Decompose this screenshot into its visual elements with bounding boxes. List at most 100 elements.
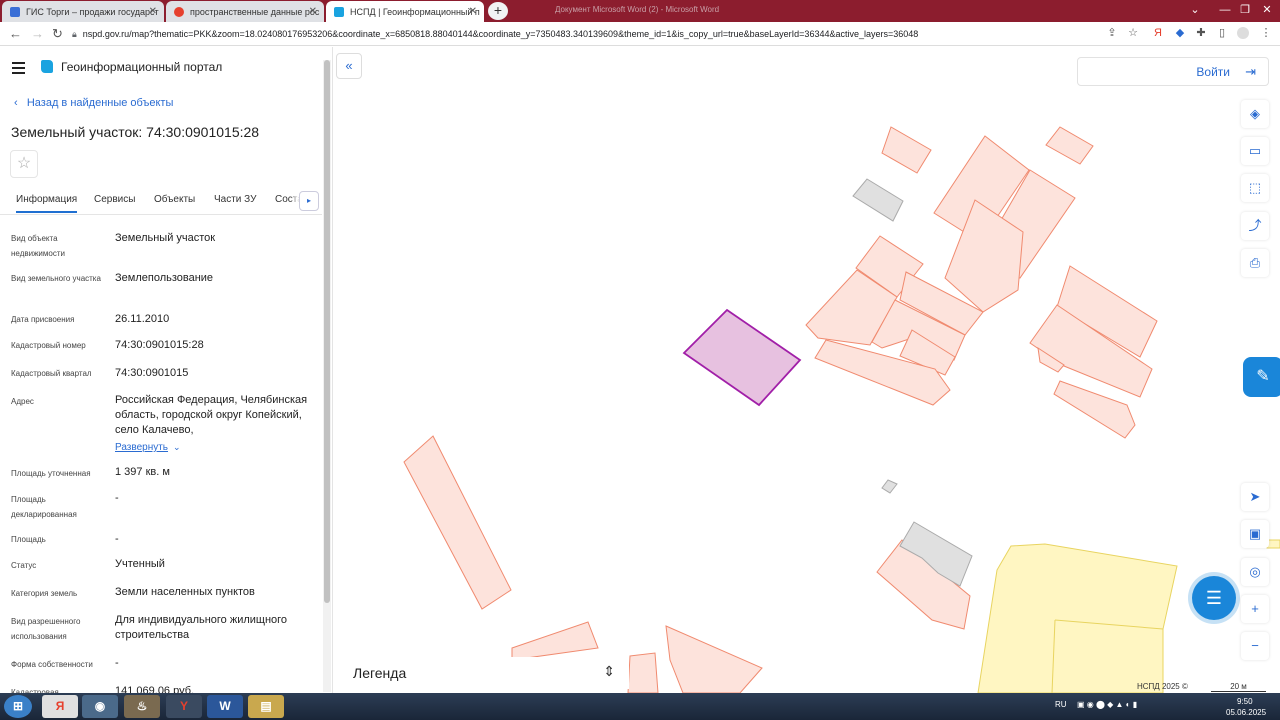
close-tab-icon[interactable]: ✕ xyxy=(149,6,157,17)
share-icon[interactable]: ⇪ xyxy=(1106,27,1118,39)
browser-tab-bar: ГИС Торги – продажи государст ✕ простран… xyxy=(0,0,1280,22)
java-icon[interactable]: ♨ xyxy=(124,695,160,718)
hamburger-menu-icon[interactable] xyxy=(12,62,25,77)
word-icon[interactable]: W xyxy=(207,695,243,718)
chrome-icon[interactable]: ◉ xyxy=(82,695,118,718)
printer-icon: ⎙ xyxy=(1249,255,1261,270)
tab-label: НСПД | Геоинформационный п xyxy=(350,6,480,17)
yandex-extension-icon[interactable]: Я xyxy=(1152,27,1164,39)
lock-icon: 🔒︎ xyxy=(72,29,77,39)
selected-parcel[interactable] xyxy=(682,308,802,407)
back-to-results-link[interactable]: ‹ Назад в найденные объекты xyxy=(14,97,173,109)
zoom-out-button[interactable]: − xyxy=(1241,632,1269,660)
building[interactable] xyxy=(881,479,898,494)
url-field[interactable]: 🔒︎ nspd.gov.ru/map?thematic=PKK&zoom=18.0… xyxy=(72,25,918,43)
kebab-menu-icon[interactable]: ⋮ xyxy=(1260,27,1272,39)
zoom-in-button[interactable]: + xyxy=(1241,595,1269,623)
layers-button[interactable]: ◈ xyxy=(1241,100,1269,128)
field-label: Кадастровый квартал xyxy=(11,369,92,378)
tab-parts[interactable]: Части ЗУ xyxy=(214,194,256,205)
field-label: Площадь xyxy=(11,535,46,544)
land-parcel[interactable] xyxy=(881,126,932,174)
extension-icon[interactable]: ◆ xyxy=(1174,27,1186,39)
land-parcel[interactable] xyxy=(665,625,763,693)
gis-torgi-favicon-icon xyxy=(10,6,20,17)
settlement-zone[interactable] xyxy=(977,543,1178,693)
minimap-icon: ▣ xyxy=(1248,526,1262,541)
new-tab-button[interactable]: + xyxy=(488,2,508,20)
tab-objects[interactable]: Объекты xyxy=(154,194,195,205)
tab-label: ГИС Торги – продажи государст xyxy=(26,6,159,17)
land-parcel[interactable] xyxy=(1045,126,1094,165)
side-assistant-button[interactable]: ✎ xyxy=(1243,357,1280,397)
map-canvas[interactable] xyxy=(333,47,1280,693)
yandex-browser-icon[interactable]: Я xyxy=(42,695,78,718)
page-title: Земельный участок: 74:30:0901015:28 xyxy=(11,124,260,140)
folder-icon[interactable]: ▤ xyxy=(248,695,284,718)
measure-button[interactable]: ▭ xyxy=(1241,137,1269,165)
cadastral-map[interactable] xyxy=(333,47,1280,693)
field-value: 141 069,06 руб. xyxy=(115,685,195,693)
chevron-down-icon[interactable]: ⌄ xyxy=(1180,0,1210,20)
field-label: Кадастровый номер xyxy=(11,341,86,350)
bookmark-star-icon[interactable]: ☆ xyxy=(1127,27,1139,39)
land-parcel[interactable] xyxy=(403,435,512,610)
login-button[interactable]: Войти ⇥ xyxy=(1077,57,1269,86)
close-window-icon[interactable]: ✕ xyxy=(1252,0,1280,20)
collapse-panel-button[interactable]: « xyxy=(336,53,362,79)
clock-time[interactable]: 9:50 xyxy=(1237,697,1253,706)
share-map-button[interactable]: ⤴ xyxy=(1241,212,1269,240)
puzzle-icon[interactable]: ✚ xyxy=(1195,27,1207,39)
back-arrow-icon[interactable]: ← xyxy=(9,26,22,41)
building[interactable] xyxy=(852,178,904,222)
chat-button[interactable]: ☰ xyxy=(1192,576,1236,620)
tab-spatial-data[interactable]: пространственные данные рос ✕ xyxy=(166,1,324,22)
share-icon: ⤴ xyxy=(1248,218,1262,233)
expand-address-link[interactable]: Развернуть ⌄ xyxy=(115,440,310,455)
close-tab-icon[interactable]: ✕ xyxy=(309,6,317,17)
tray-icons[interactable]: ▣ ◉ ⬤ ◆ ▲ ◐ ▮ xyxy=(1077,700,1137,709)
yandex-icon[interactable]: Y xyxy=(166,695,202,718)
land-parcel[interactable] xyxy=(627,652,659,693)
clock-date[interactable]: 05.06.2025 xyxy=(1226,708,1266,717)
field-label: Площадь уточненная xyxy=(11,469,91,478)
field-label: Форма собственности xyxy=(11,660,93,669)
tab-nspd[interactable]: НСПД | Геоинформационный п ✕ xyxy=(326,1,484,22)
field-value: - xyxy=(115,492,119,504)
locate-button[interactable]: ➤ xyxy=(1241,483,1269,511)
tab-services[interactable]: Сервисы xyxy=(94,194,135,205)
geolocation-button[interactable]: ◎ xyxy=(1241,558,1269,586)
profile-avatar-icon[interactable] xyxy=(1237,27,1249,39)
close-tab-icon[interactable]: ✕ xyxy=(469,6,477,17)
print-button[interactable]: ⎙ xyxy=(1241,249,1269,277)
tab-gis-torgi[interactable]: ГИС Торги – продажи государст ✕ xyxy=(2,1,164,22)
forward-arrow-icon[interactable]: → xyxy=(31,26,44,41)
field-value: - xyxy=(115,657,119,669)
address-value: Российская Федерация, Челябинская област… xyxy=(115,394,308,436)
legend-toggle[interactable]: Легенда ⇕ xyxy=(341,657,629,689)
ruler-icon: ▭ xyxy=(1248,143,1262,158)
field-value: Земельный участок xyxy=(115,232,216,244)
sidebar-icon[interactable]: ▯ xyxy=(1216,27,1228,39)
panel-scrollbar-thumb[interactable] xyxy=(324,60,330,603)
portal-brand[interactable]: Геоинформационный портал xyxy=(61,60,222,74)
tab-information[interactable]: Информация xyxy=(16,194,78,213)
reload-icon[interactable]: ↻ xyxy=(52,26,63,42)
favorite-star-button[interactable]: ☆ xyxy=(10,150,38,178)
field-label: Категория земель xyxy=(11,589,78,598)
land-parcel[interactable] xyxy=(511,621,599,661)
field-label: Вид объекта недвижимости xyxy=(11,234,65,258)
select-area-button[interactable]: ⬚ xyxy=(1241,174,1269,202)
login-label: Войти xyxy=(1196,65,1230,79)
navigation-arrow-icon: ➤ xyxy=(1249,489,1261,504)
minimap-button[interactable]: ▣ xyxy=(1241,520,1269,548)
field-value: Для индивидуального жилищного строительс… xyxy=(115,614,288,641)
tabs-next-button[interactable]: ▸ xyxy=(299,191,319,211)
field-label: Вид разрешенного использования xyxy=(11,617,81,641)
field-label: Адрес xyxy=(11,397,34,406)
field-value: 1 397 кв. м xyxy=(115,466,170,478)
start-button[interactable]: ⊞ xyxy=(4,695,32,718)
input-language[interactable]: RU xyxy=(1055,700,1067,709)
field-value: - xyxy=(115,533,119,545)
back-link-label: Назад в найденные объекты xyxy=(26,97,174,109)
